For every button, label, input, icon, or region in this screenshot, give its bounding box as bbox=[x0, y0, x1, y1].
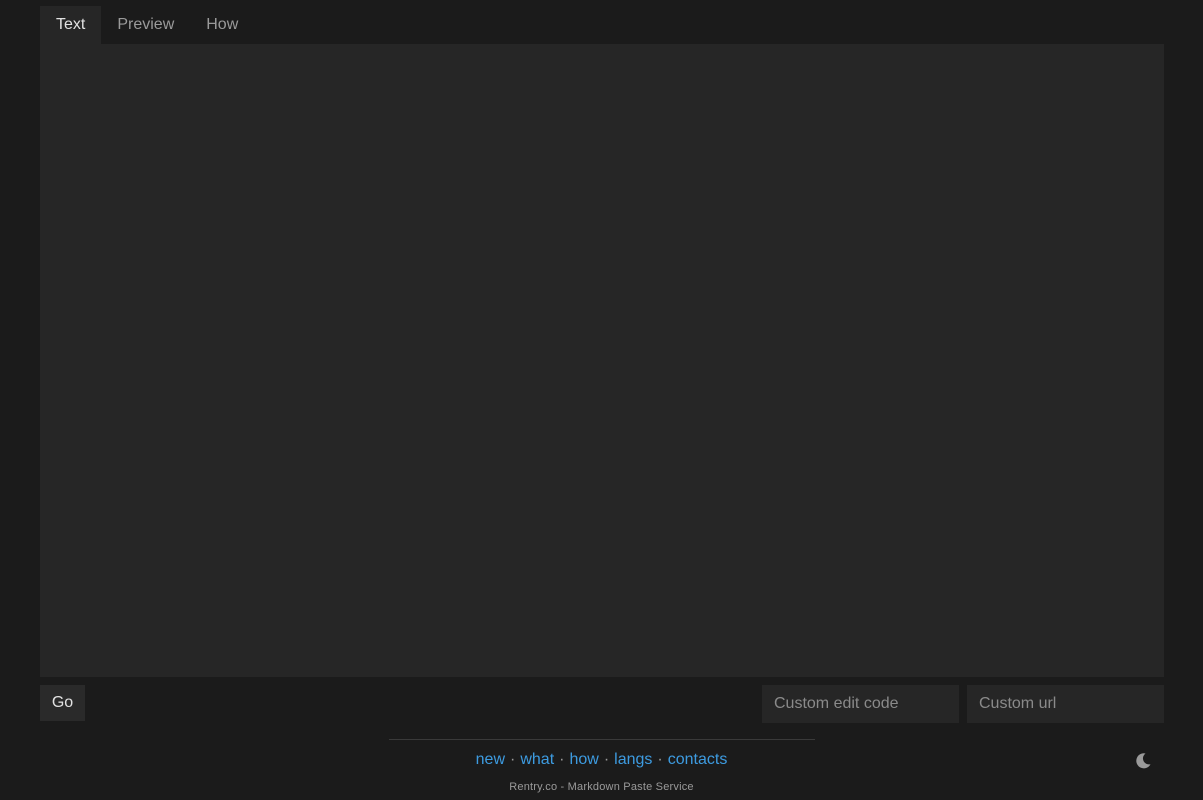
tab-text[interactable]: Text bbox=[40, 6, 102, 44]
tab-how[interactable]: How bbox=[190, 6, 254, 44]
custom-url-input[interactable] bbox=[967, 685, 1164, 723]
footer-link-new[interactable]: new bbox=[476, 751, 505, 768]
footer-link-what[interactable]: what bbox=[520, 751, 554, 768]
footer-divider bbox=[389, 739, 815, 740]
moon-icon bbox=[1136, 753, 1151, 769]
footer-tagline: Rentry.co - Markdown Paste Service bbox=[509, 781, 694, 793]
footer-nav: new · what · how · langs · contacts bbox=[0, 750, 1203, 770]
footer-separator: · bbox=[559, 751, 565, 768]
markdown-editor[interactable] bbox=[40, 44, 1164, 677]
footer-link-how[interactable]: how bbox=[569, 751, 598, 768]
page: Text Preview How Go new·what·how·langs·c… bbox=[0, 0, 1203, 800]
tab-preview[interactable]: Preview bbox=[101, 6, 190, 44]
footer-separator: · bbox=[603, 751, 610, 768]
footer-link-langs[interactable]: langs bbox=[614, 751, 652, 768]
theme-toggle-button[interactable] bbox=[1133, 751, 1153, 771]
editor-tabs: Text Preview How bbox=[40, 6, 254, 44]
footer-separator: · bbox=[510, 751, 516, 768]
footer-separator: · bbox=[657, 751, 663, 768]
go-button[interactable]: Go bbox=[40, 685, 85, 721]
custom-edit-code-input[interactable] bbox=[762, 685, 959, 723]
footer-link-contacts[interactable]: contacts bbox=[668, 751, 728, 768]
